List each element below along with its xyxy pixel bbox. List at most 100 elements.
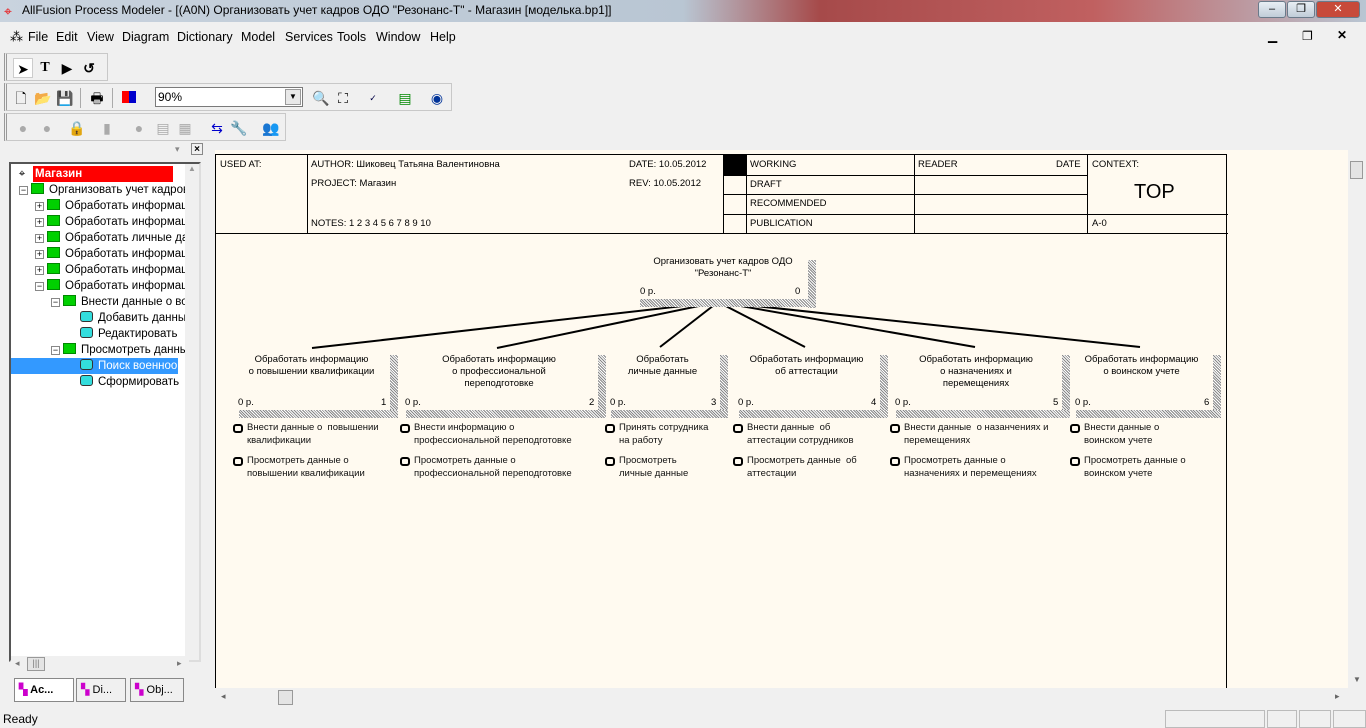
tree-item-label: Обработать информацию <box>65 248 201 260</box>
expand-toggle-icon[interactable]: − <box>51 298 60 307</box>
save-icon[interactable]: 💾 <box>55 88 75 108</box>
tree-item[interactable]: Поиск военнообязанных <box>11 358 199 374</box>
menu-file[interactable]: File <box>28 30 48 44</box>
menu-help[interactable]: Help <box>430 30 456 44</box>
mdi-minimize-button[interactable]: ▁ <box>1268 29 1277 43</box>
lock-icon[interactable]: 🔒 <box>67 118 87 138</box>
report2-icon[interactable]: ● <box>37 118 57 138</box>
tree-item[interactable]: + Обработать информацию <box>35 262 199 278</box>
tree-item[interactable]: − Обработать информацию <box>35 278 199 294</box>
vertical-scrollbar[interactable]: ▼ <box>1348 155 1366 688</box>
zoom-select[interactable]: 90% ▼ <box>155 87 303 107</box>
expand-toggle-icon[interactable]: − <box>19 186 28 195</box>
spellcheck-icon[interactable]: ✓ <box>363 88 383 108</box>
expand-toggle-icon[interactable]: − <box>35 282 44 291</box>
menu-model[interactable]: Model <box>241 30 275 44</box>
scroll-icon[interactable]: ▤ <box>153 118 173 138</box>
tree-item[interactable]: Добавить данные <box>67 310 193 326</box>
browser-icon[interactable]: ◉ <box>427 88 447 108</box>
box-shadow <box>640 299 816 307</box>
tree-item[interactable]: + Обработать информацию <box>35 214 199 230</box>
zoom-in-icon[interactable]: 🔍 <box>311 88 331 108</box>
tree-hscroll[interactable]: ◂ ||| ▸ <box>11 656 189 672</box>
menu-bar: ⁂ File Edit View Diagram Dictionary Model Serv… <box>0 25 1366 51</box>
expand-toggle-icon[interactable]: + <box>35 234 44 243</box>
grid-icon[interactable]: ▦ <box>175 118 195 138</box>
link-icon[interactable]: ⇆ <box>207 118 227 138</box>
close-button[interactable]: ✕ <box>1316 1 1360 18</box>
menu-dictionary[interactable]: Dictionary <box>177 30 233 44</box>
expand-toggle-icon[interactable]: + <box>35 266 44 275</box>
decomposition-line <box>717 301 1141 348</box>
activity-icon <box>31 183 44 194</box>
status-text: Ready <box>3 712 38 726</box>
tree-item[interactable]: − Просмотреть данные <box>51 342 194 358</box>
book-icon[interactable]: ▮ <box>97 118 117 138</box>
print-icon[interactable]: 🖶 <box>87 88 107 108</box>
menu-window[interactable]: Window <box>376 30 420 44</box>
panel-menu-icon[interactable]: ▾ <box>175 144 180 155</box>
tree-item[interactable]: + Обработать личные данные <box>35 230 199 246</box>
child-cost: 0 р. <box>1075 397 1091 408</box>
activity-icon <box>47 199 60 210</box>
tree-item-label: Внести данные о воинском <box>81 296 199 308</box>
minimize-button[interactable]: ‒ <box>1258 1 1286 18</box>
tree-item[interactable]: + Обработать информацию <box>35 246 199 262</box>
new-icon[interactable]: 🗋 <box>11 88 31 108</box>
panel-close-icon[interactable]: × <box>191 143 203 155</box>
panel-tab[interactable]: ▚ Obj... <box>130 678 184 702</box>
text-tool-icon[interactable]: T <box>35 58 55 78</box>
diagram-canvas[interactable]: USED AT: AUTHOR: Шиковец Татьяна Валенти… <box>215 150 1348 688</box>
menu-view[interactable]: View <box>87 30 114 44</box>
tree-item[interactable]: + Обработать информацию <box>35 198 199 214</box>
activity-icon <box>47 247 60 258</box>
tree-root[interactable]: ⌖ Магазин <box>11 166 178 182</box>
child-activity-title: Обработать информацию о воинском учете <box>1084 354 1199 377</box>
activity-icon <box>63 343 76 354</box>
menu-diagram[interactable]: Diagram <box>122 30 169 44</box>
tree-item[interactable]: Редактировать <box>67 326 178 342</box>
model-explorer-icon[interactable]: ▤ <box>395 88 415 108</box>
child-cost: 0 р. <box>405 397 421 408</box>
tree-item-label: Добавить данные <box>98 312 193 324</box>
status-bar: Ready <box>0 708 1366 728</box>
pointer-tool-icon[interactable]: ➤ <box>13 58 33 78</box>
box-shadow <box>406 410 606 418</box>
tree-item-label: Обработать информацию <box>65 216 201 228</box>
wrench-icon[interactable]: 🔧 <box>229 118 249 138</box>
mdi-restore-button[interactable]: ❐ <box>1302 29 1313 43</box>
menu-edit[interactable]: Edit <box>56 30 78 44</box>
mdi-close-button[interactable]: ✕ <box>1337 28 1347 42</box>
report-icon[interactable]: ● <box>13 118 33 138</box>
undo-tool-icon[interactable]: ↺ <box>79 58 99 78</box>
play-tool-icon[interactable]: ▶ <box>57 58 77 78</box>
child-subactivity: Просмотреть данные об аттестации <box>733 454 857 480</box>
chevron-down-icon[interactable]: ▼ <box>285 89 301 105</box>
menu-tools[interactable]: Tools <box>337 30 366 44</box>
expand-toggle-icon[interactable]: + <box>35 250 44 259</box>
users-icon[interactable]: 👥 <box>261 118 281 138</box>
open-icon[interactable]: 📂 <box>33 88 53 108</box>
restore-button[interactable]: ❐ <box>1287 1 1315 18</box>
child-activity-title: Обработать информацию о назначениях и пе… <box>919 354 1033 389</box>
tree-vscroll[interactable]: ▲ <box>185 164 199 660</box>
activity-icon <box>63 295 76 306</box>
tree-item-label: Организовать учет кадров ОДО <box>49 184 201 196</box>
menu-services[interactable]: Services <box>285 30 333 44</box>
expand-toggle-icon[interactable]: + <box>35 202 44 211</box>
expand-toggle-icon[interactable]: + <box>35 218 44 227</box>
tree-item[interactable]: Сформировать <box>67 374 179 390</box>
person-icon[interactable]: ● <box>129 118 149 138</box>
model-explorer-panel: ▾ × ⌖ Магазин − Организовать учет кадров О… <box>0 142 205 706</box>
tree-item[interactable]: − Организовать учет кадров ОДО <box>19 182 199 198</box>
horizontal-scrollbar[interactable]: ◂ ▸ <box>215 688 1348 706</box>
child-number: 1 <box>381 397 387 408</box>
tree-item[interactable]: − Внести данные о воинском <box>51 294 199 310</box>
color-icon[interactable] <box>119 88 139 108</box>
tab-icon: ▚ <box>135 684 144 696</box>
panel-tab[interactable]: ▚ Di... <box>76 678 126 702</box>
expand-toggle-icon[interactable]: − <box>51 346 60 355</box>
panel-tab[interactable]: ▚ Ac... <box>14 678 74 702</box>
child-subactivity: Просмотреть личные данные <box>605 454 688 480</box>
zoom-fit-icon[interactable]: ⛶ <box>333 88 353 108</box>
